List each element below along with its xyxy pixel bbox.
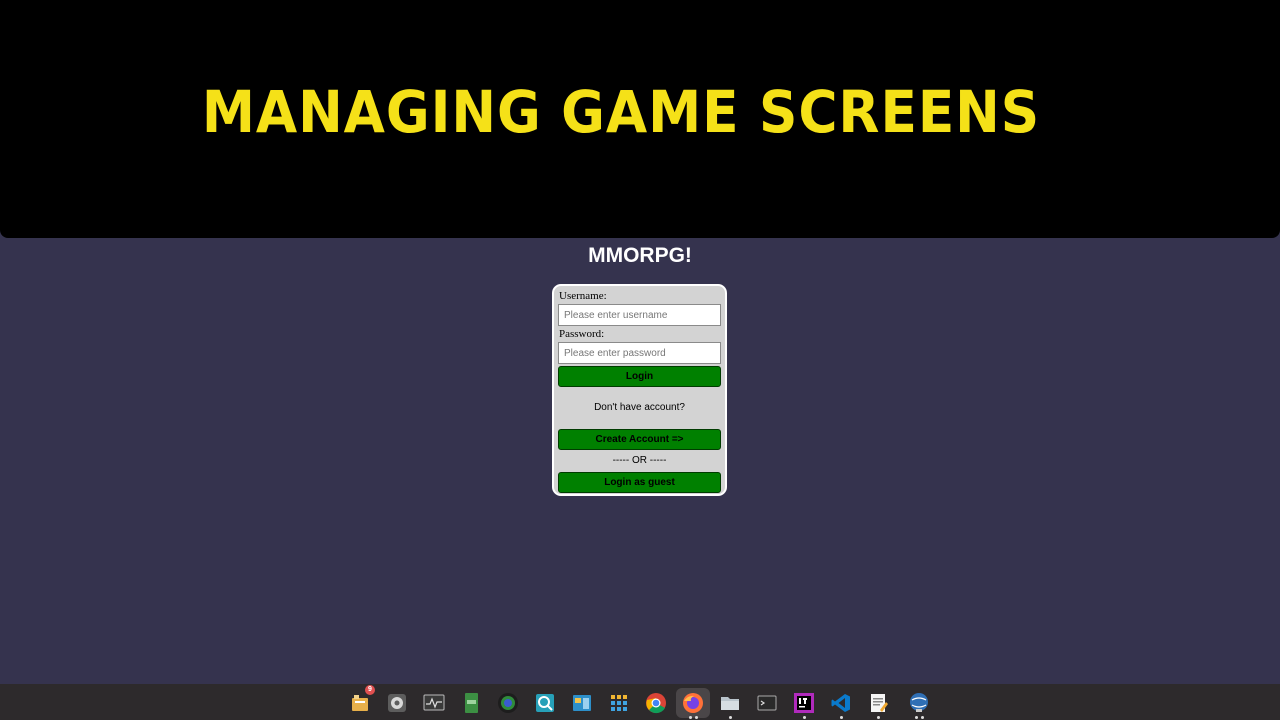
network-globe-icon — [910, 693, 928, 712]
intellij-icon — [794, 693, 814, 713]
taskbar-item-app-grid[interactable] — [604, 688, 634, 718]
taskbar-item-text-editor[interactable] — [863, 688, 893, 719]
running-indicator — [876, 716, 880, 719]
taskbar-item-settings[interactable] — [382, 688, 412, 718]
terminal-icon — [757, 695, 777, 711]
taskbar-item-window-manager[interactable] — [567, 688, 597, 718]
taskbar: 9 — [0, 684, 1280, 720]
guest-login-button[interactable]: Login as guest — [558, 472, 721, 493]
taskbar-item-file-manager[interactable] — [715, 688, 745, 719]
search-app-icon — [536, 694, 554, 712]
notification-badge: 9 — [365, 685, 375, 695]
taskbar-item-notebook[interactable] — [456, 688, 486, 718]
taskbar-item-chrome[interactable] — [641, 688, 671, 718]
taskbar-item-system-monitor[interactable] — [419, 688, 449, 718]
taskbar-item-search-app[interactable] — [530, 688, 560, 718]
create-account-button[interactable]: Create Account => — [558, 429, 721, 450]
taskbar-item-network-globe[interactable] — [904, 688, 934, 719]
globe-app-icon — [498, 693, 518, 713]
password-label: Password: — [559, 328, 605, 340]
running-indicator — [728, 716, 732, 719]
banner-title: MANAGING GAME SCREENS — [201, 78, 1041, 146]
taskbar-item-terminal[interactable] — [752, 688, 782, 718]
window-manager-icon — [573, 695, 591, 711]
settings-icon — [388, 694, 406, 712]
text-editor-icon — [871, 694, 888, 712]
no-account-text: Don't have account? — [594, 402, 685, 413]
username-input[interactable] — [558, 304, 721, 326]
or-separator: ----- OR ----- — [612, 455, 667, 466]
system-monitor-icon — [423, 694, 445, 711]
app-grid-icon — [611, 695, 627, 711]
running-indicator — [689, 716, 692, 719]
vscode-icon — [831, 694, 850, 712]
running-indicator — [921, 716, 924, 719]
running-indicator — [802, 716, 806, 719]
notes-icon — [352, 695, 368, 711]
running-indicator — [695, 716, 698, 719]
firefox-icon — [683, 693, 703, 713]
taskbar-item-intellij[interactable] — [789, 688, 819, 719]
taskbar-item-notes[interactable]: 9 — [345, 685, 375, 718]
taskbar-item-globe-app[interactable] — [493, 688, 523, 718]
login-button[interactable]: Login — [558, 366, 721, 387]
file-manager-icon — [721, 697, 739, 710]
username-label: Username: — [559, 290, 607, 302]
notebook-icon — [465, 693, 478, 713]
page-title: MMORPG! — [588, 244, 692, 267]
taskbar-item-firefox[interactable] — [676, 688, 710, 719]
running-indicator — [915, 716, 918, 719]
chrome-icon — [646, 693, 666, 714]
password-input[interactable] — [558, 342, 721, 364]
taskbar-item-vscode[interactable] — [826, 688, 856, 719]
login-panel: Username: Password: Login Don't have acc… — [552, 284, 727, 496]
running-indicator — [839, 716, 843, 719]
banner: MANAGING GAME SCREENS — [0, 0, 1280, 238]
